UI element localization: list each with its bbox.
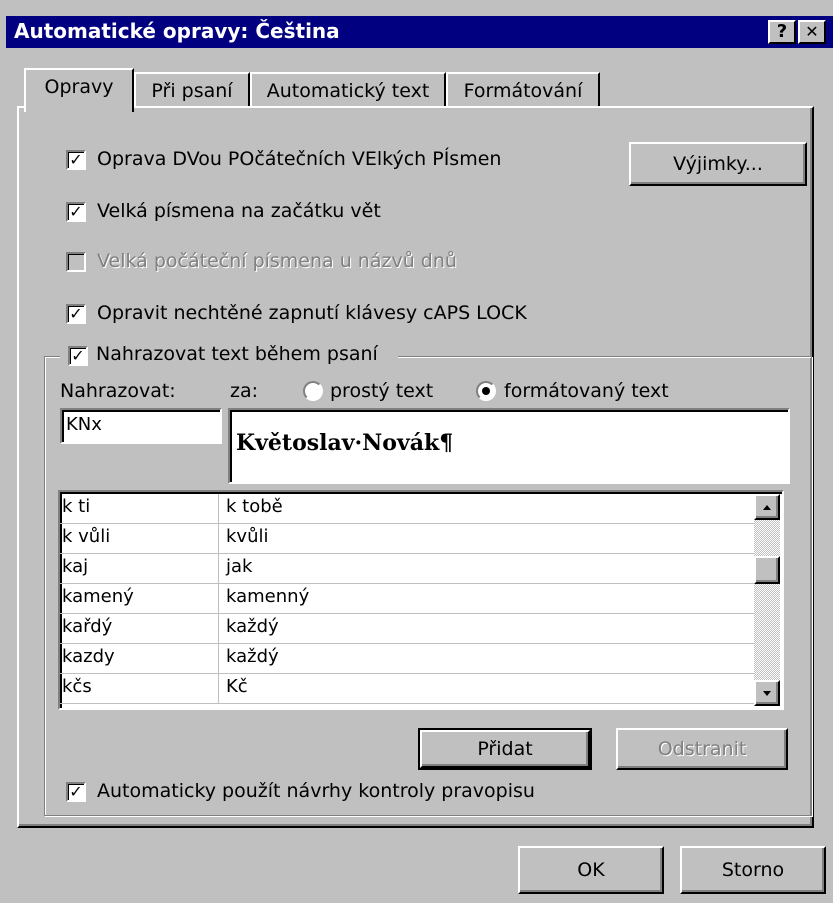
entry-to: každý — [226, 646, 279, 667]
caps-lock-checkbox[interactable]: ✓ — [66, 304, 86, 324]
formatted-text-label: formátovaný text — [504, 380, 669, 402]
autocorrect-dialog: Automatické opravy: Čeština ? ✕ Opravy P… — [0, 0, 833, 903]
tab-opravy[interactable]: Opravy — [24, 68, 134, 112]
help-button[interactable]: ? — [768, 20, 796, 44]
close-button[interactable]: ✕ — [798, 20, 826, 44]
list-item[interactable]: kamený kamenný — [60, 584, 754, 614]
replace-input-value: KNx — [66, 414, 102, 435]
replace-field-label: Nahrazovat: — [60, 380, 176, 402]
caps-lock-label: Opravit nechtěné zapnutí klávesy cAPS LO… — [97, 302, 527, 324]
entry-to: k tobě — [226, 496, 283, 517]
add-button-label: Přidat — [477, 738, 533, 760]
plain-text-radio[interactable] — [303, 381, 323, 401]
day-names-label: Velká počáteční písmena u názvů dnů — [97, 250, 457, 272]
list-item[interactable]: k ti k tobě — [60, 494, 754, 524]
arrow-up-icon — [763, 505, 771, 510]
scroll-thumb[interactable] — [754, 556, 780, 584]
formatted-text-radio[interactable] — [476, 381, 496, 401]
scroll-up-button[interactable] — [754, 494, 780, 520]
tab-label: Automatický text — [266, 80, 430, 102]
list-item[interactable]: kčs Kč — [60, 674, 754, 704]
radio-selected-dot — [482, 387, 490, 395]
entry-to: kvůli — [226, 526, 269, 547]
add-button[interactable]: Přidat — [418, 728, 592, 770]
window-title: Automatické opravy: Čeština — [14, 19, 340, 43]
plain-text-label: prostý text — [330, 380, 434, 402]
entry-from: kařdý — [62, 616, 113, 637]
title-bar[interactable]: Automatické opravy: Čeština ? ✕ — [6, 16, 833, 48]
entry-from: k ti — [62, 496, 91, 517]
close-icon: ✕ — [805, 22, 819, 41]
entry-from: k vůli — [62, 526, 111, 547]
list-item[interactable]: kařdý každý — [60, 614, 754, 644]
arrow-down-icon — [763, 691, 771, 696]
entry-from: kazdy — [62, 646, 115, 667]
sentence-caps-checkbox[interactable]: ✓ — [66, 202, 86, 222]
remove-button: Odstranit — [616, 728, 788, 770]
with-input-value: Květoslav·Novák¶ — [236, 430, 454, 456]
entry-to: kamenný — [226, 586, 310, 607]
entry-from: kaj — [62, 556, 89, 577]
with-input[interactable]: Květoslav·Novák¶ — [228, 408, 790, 484]
list-scrollbar[interactable] — [754, 494, 780, 706]
replace-input[interactable]: KNx — [60, 408, 222, 444]
list-item[interactable]: kaj jak — [60, 554, 754, 584]
two-initial-caps-checkbox[interactable]: ✓ — [66, 150, 86, 170]
tab-label: Formátování — [463, 80, 583, 102]
replace-text-checkbox[interactable]: ✓ — [68, 346, 88, 366]
tab-label: Při psaní — [151, 80, 233, 102]
with-field-label: za: — [230, 380, 259, 402]
cancel-button[interactable]: Storno — [680, 846, 826, 894]
list-item[interactable]: kazdy každý — [60, 644, 754, 674]
ok-button[interactable]: OK — [518, 846, 664, 894]
scroll-down-button[interactable] — [754, 680, 780, 706]
tab-label: Opravy — [44, 76, 114, 98]
replacement-list[interactable]: k ti k tobě k vůli kvůli kaj jak kamený … — [60, 492, 782, 708]
sentence-caps-label: Velká písmena na začátku vět — [97, 200, 381, 222]
entry-to: jak — [226, 556, 253, 577]
exceptions-button[interactable]: Výjimky... — [629, 142, 807, 186]
replace-text-label: Nahrazovat text během psaní — [96, 343, 378, 365]
auto-spell-label: Automaticky použít návrhy kontroly pravo… — [97, 780, 535, 802]
entry-from: kčs — [62, 676, 92, 697]
entry-to: každý — [226, 616, 279, 637]
entry-to: Kč — [226, 676, 248, 697]
auto-spell-checkbox[interactable]: ✓ — [66, 782, 86, 802]
list-item[interactable]: k vůli kvůli — [60, 524, 754, 554]
day-names-checkbox — [66, 252, 86, 272]
two-initial-caps-label: Oprava DVou POčátečních VElkých PÍsmen — [97, 148, 502, 170]
entry-from: kamený — [62, 586, 134, 607]
